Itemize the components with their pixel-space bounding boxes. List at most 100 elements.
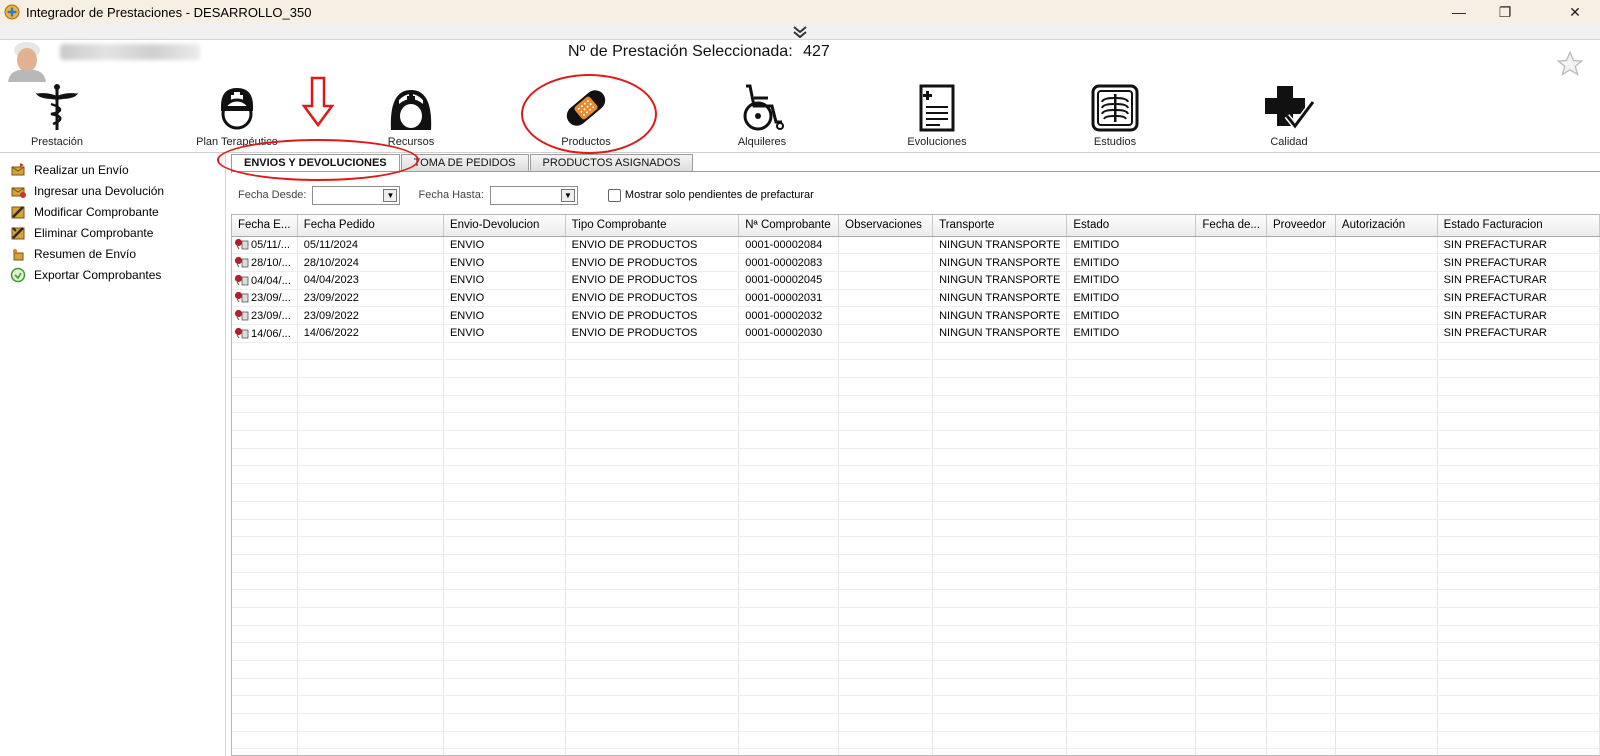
table-cell — [1266, 289, 1336, 308]
column-header[interactable]: Estado Facturacion — [1437, 215, 1600, 237]
empty-cell — [297, 536, 444, 555]
tab-productos-asignados[interactable]: PRODUCTOS ASIGNADOS — [529, 154, 694, 172]
sidebar-item-resumen-envio[interactable]: Resumen de Envío — [0, 243, 225, 264]
favorite-star-icon[interactable] — [1556, 50, 1584, 78]
table-cell: ENVIO DE PRODUCTOS — [565, 289, 740, 308]
empty-cell — [297, 501, 444, 520]
empty-cell — [1195, 412, 1267, 432]
sidebar-item-modificar-comprobante[interactable]: Modificar Comprobante — [0, 201, 225, 222]
title-bar: Integrador de Prestaciones - DESARROLLO_… — [0, 0, 1600, 24]
nav-label: Productos — [561, 136, 611, 148]
empty-cell — [1066, 589, 1197, 608]
fecha-hasta-input[interactable]: ▼ — [489, 185, 578, 205]
table-row[interactable]: 23/09/... 23/09/2022 ENVIO ENVIO DE PRODUCT… — [232, 289, 1600, 308]
nav-calidad[interactable]: Calidad — [1224, 82, 1354, 152]
empty-cell — [1195, 625, 1267, 644]
column-header[interactable]: Fecha Pedido — [297, 215, 444, 237]
empty-cell — [1266, 748, 1336, 755]
chevron-down-icon[interactable]: ▼ — [383, 188, 398, 202]
empty-cell — [1335, 412, 1438, 432]
table-row[interactable]: 28/10/... 28/10/2024 ENVIO ENVIO DE PRODUCT… — [232, 253, 1600, 272]
selected-prestation-label: Nº de Prestación Seleccionada: — [568, 43, 793, 60]
sidebar-item-label: Resumen de Envío — [34, 246, 137, 261]
comprobantes-table: Fecha E... Fecha Pedido Envio-Devolucion Ti… — [231, 214, 1600, 756]
empty-cell — [565, 589, 740, 608]
empty-cell — [1195, 377, 1267, 396]
empty-cell — [232, 695, 298, 715]
table-cell — [838, 271, 934, 290]
empty-cell — [1437, 642, 1600, 661]
empty-cell — [1266, 412, 1336, 432]
nav-estudios[interactable]: Estudios — [1050, 82, 1180, 152]
empty-cell — [738, 642, 840, 661]
table-cell: 0001-00002084 — [738, 236, 840, 255]
empty-cell — [932, 642, 1068, 661]
minimize-button[interactable]: — — [1436, 0, 1482, 24]
empty-cell — [838, 448, 934, 467]
sidebar-item-realizar-envio[interactable]: Realizar un Envío — [0, 159, 225, 180]
collapse-header-bar[interactable] — [0, 24, 1600, 40]
empty-cell — [932, 695, 1068, 715]
nav-productos[interactable]: Productos — [521, 82, 651, 152]
column-header[interactable]: Proveedor — [1266, 215, 1336, 237]
table-cell: EMITIDO — [1066, 324, 1197, 343]
empty-cell — [297, 483, 444, 502]
empty-cell — [738, 519, 840, 538]
nav-evoluciones[interactable]: Evoluciones — [872, 82, 1002, 152]
empty-cell — [838, 395, 934, 414]
fecha-desde-input[interactable]: ▼ — [312, 185, 401, 205]
summary-icon — [13, 248, 24, 260]
table-cell-text: 04/04/... — [251, 274, 291, 287]
empty-cell — [1195, 589, 1267, 608]
table-row[interactable]: 04/04/... 04/04/2023 ENVIO ENVIO DE PRODUCT… — [232, 271, 1600, 290]
empty-cell — [443, 678, 566, 697]
sidebar-item-ingresar-devolucion[interactable]: Ingresar una Devolución — [0, 180, 225, 201]
table-cell: SIN PREFACTURAR — [1437, 306, 1600, 325]
empty-cell — [1266, 713, 1336, 732]
restore-button[interactable]: ❐ — [1482, 0, 1528, 24]
empty-cell — [738, 695, 840, 715]
pendientes-checkbox[interactable] — [607, 188, 621, 202]
table-row[interactable]: 05/11/... 05/11/2024 ENVIO ENVIO DE PRODUCT… — [232, 236, 1600, 255]
nav-recursos[interactable]: Recursos — [346, 82, 476, 152]
table-row[interactable]: 23/09/... 23/09/2022 ENVIO ENVIO DE PRODUCT… — [232, 306, 1600, 325]
column-header[interactable]: Envio-Devolucion — [443, 215, 566, 237]
column-header[interactable]: Fecha de... — [1195, 215, 1267, 237]
empty-cell — [838, 536, 934, 555]
column-header[interactable]: Observaciones — [838, 215, 934, 237]
sidebar-item-exportar-comprobantes[interactable]: Exportar Comprobantes — [0, 264, 225, 285]
empty-cell — [1266, 483, 1336, 502]
empty-cell — [932, 519, 1068, 538]
tab-label: TOMA DE PEDIDOS — [413, 157, 516, 169]
table-cell: ENVIO DE PRODUCTOS — [565, 236, 740, 255]
table-cell: NINGUN TRANSPORTE — [932, 289, 1068, 308]
nav-plan-terapeutico[interactable]: Plan Terapéutico — [172, 82, 302, 152]
empty-cell — [232, 430, 298, 449]
column-header[interactable]: Fecha E... — [232, 215, 298, 237]
tab-toma-pedidos[interactable]: TOMA DE PEDIDOS — [400, 154, 529, 172]
empty-cell — [932, 607, 1068, 626]
column-header[interactable]: Autorización — [1335, 215, 1438, 237]
column-header[interactable]: Estado — [1066, 215, 1197, 237]
empty-cell — [738, 748, 840, 755]
empty-cell — [838, 377, 934, 396]
empty-cell — [565, 519, 740, 538]
empty-cell — [443, 483, 566, 502]
pendientes-checkbox-group[interactable]: Mostrar solo pendientes de prefacturar — [607, 188, 814, 202]
column-header[interactable]: Nª Comprobante — [738, 215, 840, 237]
chevron-down-icon[interactable]: ▼ — [560, 188, 575, 202]
table-cell: 23/09/... — [232, 289, 298, 308]
column-header[interactable]: Transporte — [932, 215, 1068, 237]
nav-prestacion[interactable]: Prestación — [0, 82, 122, 152]
sidebar-item-eliminar-comprobante[interactable]: Eliminar Comprobante — [0, 222, 225, 243]
table-row[interactable]: 14/06/... 14/06/2022 ENVIO ENVIO DE PRODUCT… — [232, 324, 1600, 343]
empty-row — [232, 377, 1600, 396]
empty-cell — [443, 572, 566, 591]
nav-alquileres[interactable]: Alquileres — [697, 82, 827, 152]
empty-cell — [838, 519, 934, 538]
empty-cell — [443, 642, 566, 661]
close-button[interactable]: ✕ — [1552, 0, 1598, 24]
column-header[interactable]: Tipo Comprobante — [565, 215, 740, 237]
empty-cell — [232, 660, 298, 679]
empty-cell — [838, 483, 934, 502]
